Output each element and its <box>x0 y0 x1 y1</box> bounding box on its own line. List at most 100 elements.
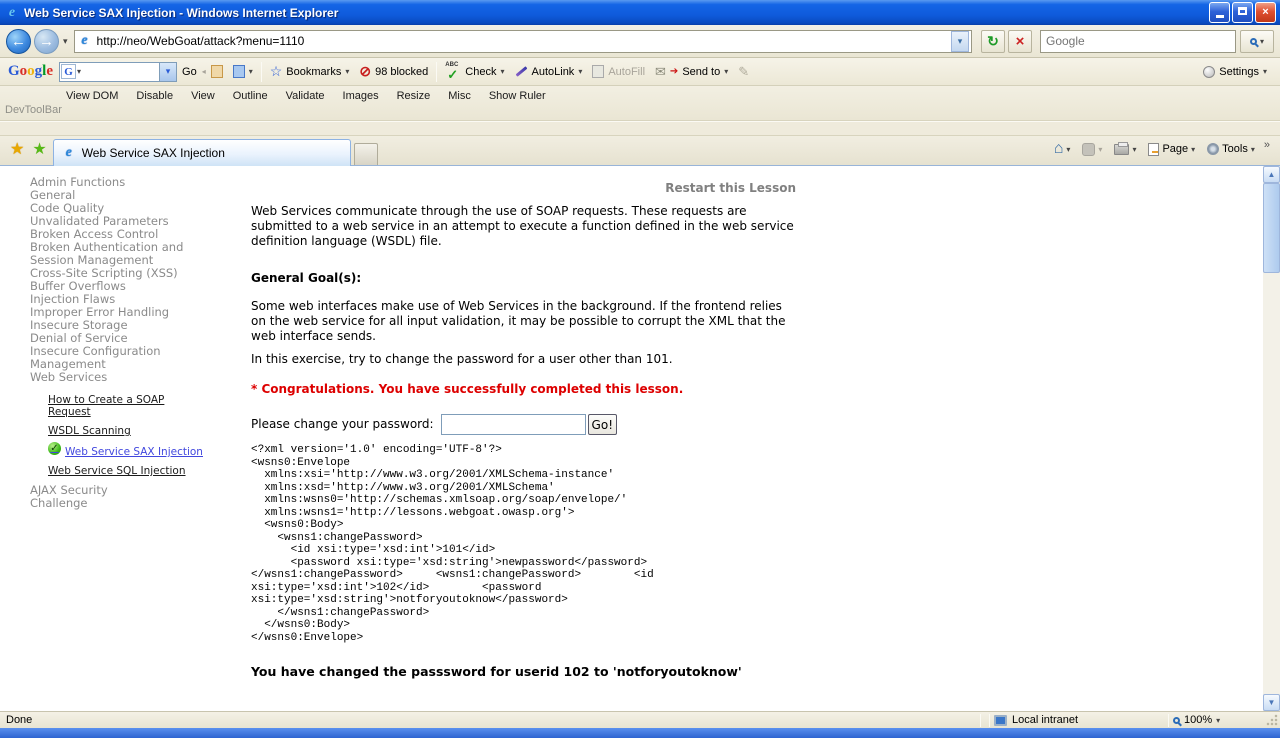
search-icon <box>1250 38 1257 45</box>
google-logo: Google <box>8 63 53 80</box>
taskbar-edge <box>0 728 1280 738</box>
forward-button[interactable]: → <box>34 29 59 54</box>
envelope-icon: ✉ <box>655 64 666 80</box>
pagerank-button[interactable] <box>206 63 228 80</box>
spellcheck-button[interactable]: ABC✓ Check ▾ <box>440 62 509 82</box>
lesson-how-to-create-soap-request[interactable]: How to Create a SOAP Request <box>48 394 210 418</box>
google-g-icon[interactable]: G <box>61 64 76 79</box>
autolink-button[interactable]: AutoLink ▾ <box>510 64 588 80</box>
password-form: Please change your password: Go! <box>251 414 796 435</box>
autofill-button[interactable]: AutoFill <box>587 63 650 80</box>
local-intranet-icon <box>994 715 1007 726</box>
stop-icon: × <box>1016 33 1025 50</box>
autolink-dropdown-icon: ▾ <box>578 67 582 76</box>
restart-lesson-link[interactable]: Restart this Lesson <box>251 181 796 196</box>
menu-web-services[interactable]: Web Services <box>30 371 210 384</box>
print-dropdown-icon: ▾ <box>1132 145 1136 154</box>
maximize-button[interactable] <box>1232 2 1253 23</box>
rss-feeds-icon <box>1082 143 1095 156</box>
lesson-complete-icon: ✓ <box>48 442 61 455</box>
search-input[interactable] <box>1041 34 1235 48</box>
devtool-disable[interactable]: Disable <box>136 90 173 102</box>
spellcheck-dropdown-icon: ▾ <box>500 67 504 76</box>
refresh-button[interactable]: ↻ <box>981 30 1005 53</box>
devtool-misc[interactable]: Misc <box>448 90 471 102</box>
lesson-intro: Web Services communicate through the use… <box>251 204 796 249</box>
url-dropdown-button[interactable]: ▾ <box>951 31 969 52</box>
toolbar-overflow-icon[interactable]: » <box>1264 139 1270 159</box>
zoom-control[interactable]: 100% ▾ <box>1173 714 1265 726</box>
home-dropdown-icon: ▾ <box>1066 145 1070 154</box>
feeds-dropdown-icon: ▾ <box>1098 145 1102 154</box>
page-icon <box>1148 143 1159 156</box>
popup-blocker-button[interactable]: ⊘ 98 blocked <box>354 61 433 82</box>
goals-heading: General Goal(s): <box>251 271 796 286</box>
feeds-button[interactable]: ▾ <box>1079 141 1105 158</box>
google-search-field[interactable]: G ▾ ▾ <box>59 62 177 82</box>
restore-icon <box>1238 7 1247 15</box>
send-to-button[interactable]: ✉ ➔ Send to ▾ <box>650 62 733 82</box>
scroll-down-button[interactable]: ▼ <box>1263 694 1280 711</box>
addons-dropdown-icon: ▾ <box>249 67 253 76</box>
close-button[interactable]: × <box>1255 2 1276 23</box>
add-favorite-button[interactable]: ★ <box>32 139 46 159</box>
resize-grip[interactable] <box>1265 713 1279 727</box>
settings-button[interactable]: Settings ▾ <box>1198 64 1272 80</box>
devtool-view-dom[interactable]: View DOM <box>66 90 118 102</box>
menu-broken-authentication[interactable]: Broken Authentication and Session Manage… <box>30 241 210 267</box>
page-menu-button[interactable]: Page ▾ <box>1145 141 1198 158</box>
page-favicon: e <box>77 33 93 49</box>
window-title: Web Service SAX Injection - Windows Inte… <box>24 6 1207 20</box>
password-label: Please change your password: <box>251 417 434 432</box>
devtool-show-ruler[interactable]: Show Ruler <box>489 90 546 102</box>
popup-blocked-icon: ⊘ <box>359 63 371 80</box>
scrollbar-thumb[interactable] <box>1263 183 1280 273</box>
lesson-web-service-sax-injection[interactable]: ✓ Web Service SAX Injection <box>48 446 210 458</box>
favorites-center-button[interactable]: ★ <box>10 139 24 159</box>
stop-button[interactable]: × <box>1008 30 1032 53</box>
url-input[interactable] <box>97 34 951 48</box>
devtool-view[interactable]: View <box>191 90 215 102</box>
web-services-lessons: How to Create a SOAP Request WSDL Scanni… <box>48 394 210 477</box>
minimize-button[interactable] <box>1209 2 1230 23</box>
status-text: Done <box>0 714 976 726</box>
devtool-resize[interactable]: Resize <box>397 90 431 102</box>
devtool-outline[interactable]: Outline <box>233 90 268 102</box>
new-tab-button[interactable] <box>354 143 378 165</box>
search-button[interactable]: ▾ <box>1240 30 1274 53</box>
settings-dropdown-icon: ▾ <box>1263 67 1267 76</box>
print-button[interactable]: ▾ <box>1111 142 1139 157</box>
highlighter-button[interactable]: ✎ <box>733 62 754 82</box>
refresh-icon: ↻ <box>987 33 999 49</box>
devtool-images[interactable]: Images <box>343 90 379 102</box>
command-bar: ⌂ ▾ ▾ ▾ Page ▾ Tools ▾ » <box>1051 138 1274 165</box>
tab-web-service-sax-injection[interactable]: e Web Service SAX Injection <box>53 139 351 166</box>
back-button[interactable]: ← <box>6 29 31 54</box>
addons-button[interactable]: ▾ <box>228 63 258 80</box>
go-button[interactable]: Go <box>177 64 202 80</box>
send-arrow-icon: ➔ <box>670 66 678 77</box>
devtool-validate[interactable]: Validate <box>286 90 325 102</box>
status-separator <box>980 714 981 727</box>
lesson-web-service-sql-injection[interactable]: Web Service SQL Injection <box>48 465 210 477</box>
google-search-dropdown[interactable]: ▾ <box>159 63 176 81</box>
password-input[interactable] <box>441 414 586 435</box>
bookmarks-dropdown-icon: ▾ <box>345 67 349 76</box>
go-button[interactable]: Go! <box>588 414 617 435</box>
lesson-wsdl-scanning[interactable]: WSDL Scanning <box>48 425 210 437</box>
menu-challenge[interactable]: Challenge <box>30 497 210 510</box>
scroll-up-button[interactable]: ▲ <box>1263 166 1280 183</box>
home-button[interactable]: ⌂ ▾ <box>1051 138 1074 160</box>
history-dropdown-icon[interactable]: ▾ <box>59 36 72 47</box>
tools-menu-button[interactable]: Tools ▾ <box>1204 141 1258 157</box>
menu-insecure-configuration[interactable]: Insecure Configuration Management <box>30 345 210 371</box>
search-box[interactable] <box>1040 30 1236 53</box>
bookmarks-button[interactable]: ☆ Bookmarks ▾ <box>265 61 355 82</box>
address-field[interactable]: e ▾ <box>74 30 972 53</box>
status-bar: Done Local intranet 100% ▾ <box>0 711 1280 728</box>
vertical-scrollbar[interactable]: ▲ ▼ <box>1263 166 1280 711</box>
tab-bar: ★ ★ e Web Service SAX Injection ⌂ ▾ ▾ ▾ <box>0 136 1280 166</box>
google-toolbar: Google G ▾ ▾ Go ◂ ▾ ☆ Bookmarks ▾ ⊘ 98 b… <box>0 58 1280 86</box>
g-dropdown-icon[interactable]: ▾ <box>77 67 81 76</box>
status-separator <box>989 714 990 727</box>
